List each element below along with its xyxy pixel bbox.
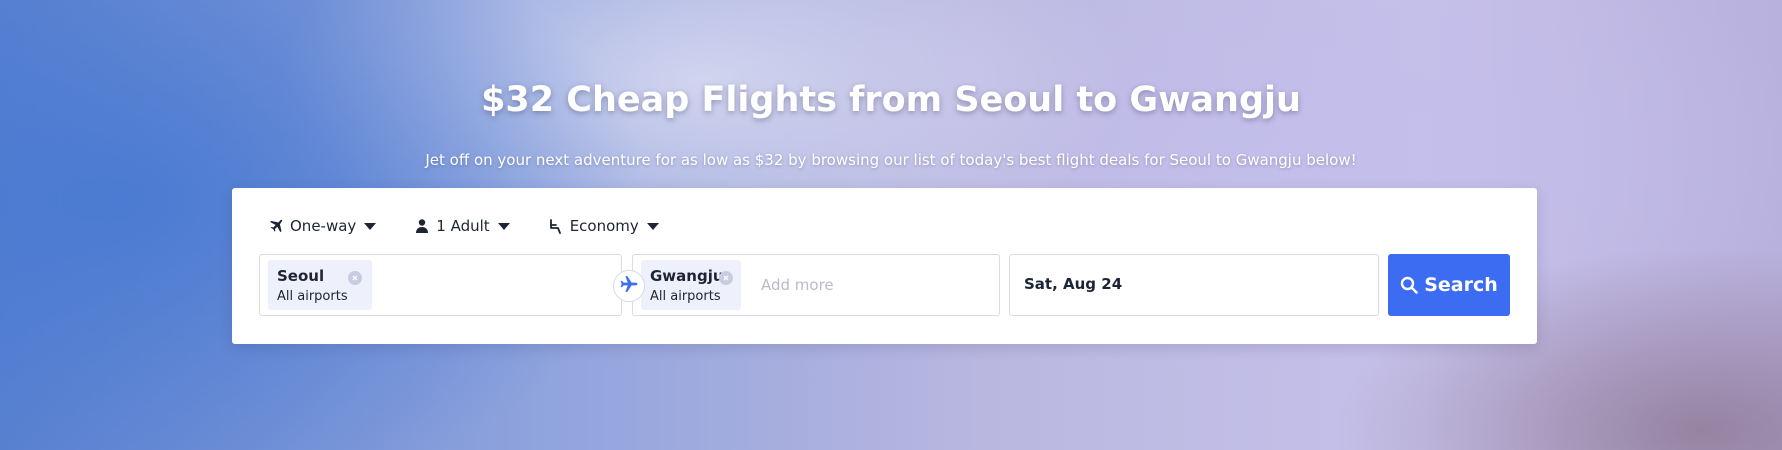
page-title: $32 Cheap Flights from Seoul to Gwangju xyxy=(481,80,1301,120)
search-button[interactable]: Search xyxy=(1388,254,1510,316)
travelers-label: 1 Adult xyxy=(436,217,490,235)
search-options: One-way 1 Adult Economy xyxy=(268,215,697,237)
origin-field[interactable]: Seoul All airports xyxy=(259,254,622,316)
destination-chip: Gwangju All airports xyxy=(641,260,741,310)
search-icon xyxy=(1400,276,1419,294)
chevron-down-icon xyxy=(646,222,659,230)
date-field[interactable]: Sat, Aug 24 xyxy=(1009,254,1379,316)
add-more-destination-input[interactable]: Add more xyxy=(761,276,834,294)
plane-swap-icon xyxy=(620,275,638,297)
destination-field[interactable]: Gwangju All airports Add more xyxy=(632,254,1000,316)
plane-icon xyxy=(268,218,284,234)
travelers-dropdown[interactable]: 1 Adult xyxy=(414,215,510,237)
trip-type-dropdown[interactable]: One-way xyxy=(268,215,377,237)
swap-locations-button[interactable] xyxy=(613,270,645,302)
seat-icon xyxy=(548,218,564,234)
cabin-class-dropdown[interactable]: Economy xyxy=(548,215,659,237)
chevron-down-icon xyxy=(364,222,377,230)
person-icon xyxy=(414,218,430,234)
trip-type-label: One-way xyxy=(290,217,357,235)
origin-chip: Seoul All airports xyxy=(268,260,372,310)
search-panel: One-way 1 Adult Economy Seoul All airpor… xyxy=(232,188,1537,344)
remove-destination-icon[interactable] xyxy=(719,271,733,285)
chevron-down-icon xyxy=(497,222,510,230)
remove-origin-icon[interactable] xyxy=(348,271,362,285)
cabin-class-label: Economy xyxy=(569,217,639,235)
departure-date: Sat, Aug 24 xyxy=(1024,275,1123,293)
hero-section: $32 Cheap Flights from Seoul to Gwangju … xyxy=(0,0,1782,450)
destination-detail: All airports xyxy=(650,289,721,304)
page-subtitle: Jet off on your next adventure for as lo… xyxy=(425,151,1357,169)
origin-detail: All airports xyxy=(277,289,348,304)
search-button-label: Search xyxy=(1424,274,1498,296)
